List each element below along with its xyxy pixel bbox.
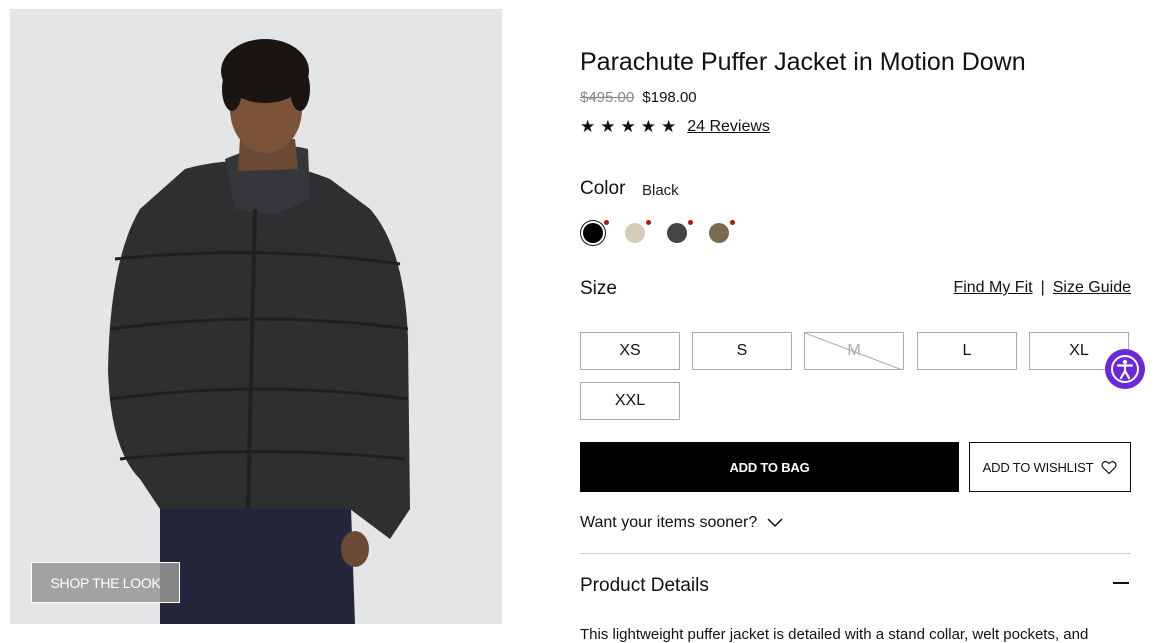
size-option-l[interactable]: L	[917, 332, 1017, 370]
swatch-indicator-dot	[604, 220, 609, 225]
rating: ★★★★★ 24 Reviews	[580, 117, 770, 137]
swatch-charcoal[interactable]	[667, 223, 687, 243]
size-option-xs[interactable]: XS	[580, 332, 680, 370]
accessibility-button[interactable]	[1105, 349, 1145, 389]
swatch-indicator-dot	[646, 220, 651, 225]
product-details-heading[interactable]: Product Details	[580, 575, 709, 597]
size-guide-link[interactable]: Size Guide	[1053, 279, 1131, 297]
size-option-s[interactable]: S	[692, 332, 792, 370]
swatch-indicator-dot	[730, 220, 735, 225]
swatch-black[interactable]	[583, 223, 603, 243]
sale-price: $198.00	[642, 89, 697, 106]
accessibility-icon	[1111, 355, 1139, 383]
chevron-down-icon	[767, 518, 783, 528]
add-to-wishlist-button[interactable]: ADD TO WISHLIST	[969, 442, 1131, 492]
swatch-indicator-dot	[688, 220, 693, 225]
collapse-minus-icon[interactable]	[1113, 582, 1129, 584]
delivery-options-toggle[interactable]: Want your items sooner?	[580, 514, 783, 532]
price: $495.00 $198.00	[580, 89, 697, 106]
color-label: Color	[580, 178, 626, 199]
add-to-wishlist-label: ADD TO WISHLIST	[982, 459, 1094, 475]
find-my-fit-link[interactable]: Find My Fit	[953, 279, 1032, 297]
jacket-model-illustration	[108, 39, 410, 624]
size-option-xxl[interactable]: XXL	[580, 382, 680, 420]
heart-icon	[1101, 460, 1117, 474]
product-title: Parachute Puffer Jacket in Motion Down	[580, 48, 1026, 76]
product-details-text: This lightweight puffer jacket is detail…	[580, 626, 1089, 643]
add-to-bag-button[interactable]: ADD TO BAG	[580, 442, 959, 492]
product-image[interactable]: SHOP THE LOOK	[10, 9, 502, 624]
delivery-options-label: Want your items sooner?	[580, 514, 758, 531]
size-links: Find My Fit | Size Guide	[953, 279, 1131, 297]
size-option-m-unavailable[interactable]: M	[804, 332, 904, 370]
size-label: Size	[580, 278, 617, 299]
selected-color: Black	[642, 182, 679, 199]
shop-the-look-button[interactable]: SHOP THE LOOK	[31, 562, 180, 603]
reviews-link[interactable]: 24 Reviews	[687, 118, 770, 136]
star-rating-icon: ★★★★★	[580, 117, 682, 136]
swatch-olive[interactable]	[709, 223, 729, 243]
link-separator: |	[1040, 279, 1045, 296]
swatch-beige[interactable]	[625, 223, 645, 243]
divider	[580, 553, 1131, 554]
original-price: $495.00	[580, 89, 635, 106]
strikethrough-icon	[805, 333, 902, 369]
